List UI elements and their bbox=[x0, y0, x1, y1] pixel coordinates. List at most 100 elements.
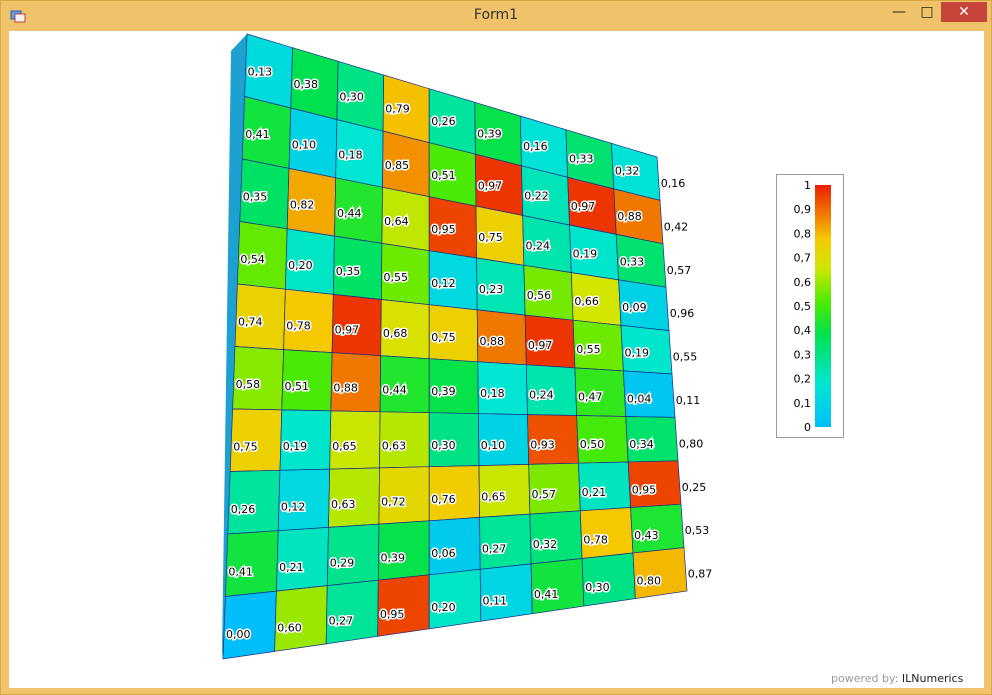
svg-text:0,18: 0,18 bbox=[480, 387, 505, 400]
svg-text:0,88: 0,88 bbox=[333, 382, 358, 395]
svg-text:0,25: 0,25 bbox=[682, 481, 707, 494]
svg-text:0,57: 0,57 bbox=[532, 488, 557, 501]
vertex-label: 0,960,96 bbox=[668, 306, 696, 322]
svg-text:0,33: 0,33 bbox=[620, 256, 645, 269]
vertex-label: 0,560,56 bbox=[525, 288, 553, 304]
vertex-label: 0,740,74 bbox=[237, 314, 265, 330]
vertex-label: 0,510,51 bbox=[283, 378, 311, 394]
vertex-label: 0,110,11 bbox=[481, 593, 509, 609]
vertex-label: 0,550,55 bbox=[671, 349, 699, 365]
svg-text:0,55: 0,55 bbox=[384, 271, 409, 284]
minimize-button[interactable]: — bbox=[885, 2, 913, 22]
title-bar[interactable]: Form1 — □ ✕ bbox=[1, 1, 991, 31]
vertex-label: 0,200,20 bbox=[430, 600, 458, 616]
vertex-label: 0,750,75 bbox=[477, 230, 505, 246]
vertex-label: 0,100,10 bbox=[290, 137, 318, 153]
vertex-label: 0,090,09 bbox=[621, 300, 649, 316]
svg-text:0,55: 0,55 bbox=[673, 351, 698, 364]
vertex-label: 0,720,72 bbox=[380, 494, 408, 510]
svg-text:0,66: 0,66 bbox=[574, 295, 599, 308]
heatmap-cell bbox=[479, 563, 533, 622]
svg-text:0,11: 0,11 bbox=[483, 595, 508, 608]
svg-text:0,51: 0,51 bbox=[285, 380, 310, 393]
vertex-label: 0,850,85 bbox=[383, 157, 411, 173]
vertex-label: 0,820,82 bbox=[288, 197, 316, 213]
svg-text:0,80: 0,80 bbox=[637, 574, 662, 587]
vertex-label: 0,390,39 bbox=[379, 550, 407, 566]
vertex-label: 0,600,60 bbox=[276, 620, 304, 636]
app-window: Form1 — □ ✕ 0,13 0,13 0,38 0,38 0,30 0,30 0,79… bbox=[0, 0, 992, 695]
svg-text:0,21: 0,21 bbox=[279, 561, 304, 574]
svg-text:0,18: 0,18 bbox=[338, 149, 363, 162]
svg-text:0,65: 0,65 bbox=[332, 440, 357, 453]
vertex-label: 0,330,33 bbox=[618, 254, 646, 270]
svg-text:0,76: 0,76 bbox=[431, 493, 456, 506]
svg-text:0,22: 0,22 bbox=[524, 190, 549, 203]
svg-text:0,88: 0,88 bbox=[480, 335, 505, 348]
svg-text:0,57: 0,57 bbox=[667, 264, 692, 277]
vertex-label: 0,430,43 bbox=[633, 527, 661, 543]
heatmap-cell bbox=[428, 568, 482, 630]
svg-text:0,16: 0,16 bbox=[523, 140, 548, 153]
svg-text:0,10: 0,10 bbox=[481, 439, 506, 452]
plot-canvas[interactable]: 0,13 0,13 0,38 0,38 0,30 0,30 0,79 0,79 0,26 0,26… bbox=[9, 31, 984, 688]
svg-text:0,47: 0,47 bbox=[578, 391, 603, 404]
vertex-label: 0,320,32 bbox=[613, 163, 641, 179]
svg-text:0,13: 0,13 bbox=[248, 66, 273, 79]
svg-text:0,09: 0,09 bbox=[622, 301, 647, 314]
svg-text:0,20: 0,20 bbox=[288, 259, 313, 272]
svg-text:0,97: 0,97 bbox=[478, 179, 503, 192]
svg-text:0,11: 0,11 bbox=[676, 394, 701, 407]
heatmap-cell bbox=[632, 547, 688, 600]
vertex-label: 0,120,12 bbox=[430, 276, 458, 292]
vertex-label: 0,950,95 bbox=[430, 222, 458, 238]
vertex-label: 0,390,39 bbox=[430, 384, 458, 400]
vertex-label: 0,550,55 bbox=[575, 341, 603, 357]
vertex-label: 0,500,50 bbox=[578, 437, 606, 453]
vertex-label: 0,880,88 bbox=[616, 209, 644, 225]
svg-text:0,79: 0,79 bbox=[385, 103, 410, 116]
vertex-label: 0,300,30 bbox=[338, 89, 366, 105]
heatmap-cell bbox=[530, 558, 585, 615]
vertex-label: 0,780,78 bbox=[582, 532, 610, 548]
vertex-label: 0,190,19 bbox=[571, 246, 599, 262]
svg-text:0,65: 0,65 bbox=[481, 491, 506, 504]
svg-text:0,26: 0,26 bbox=[231, 503, 256, 516]
vertex-label: 0,530,53 bbox=[683, 523, 711, 539]
svg-text:0,30: 0,30 bbox=[585, 581, 610, 594]
vertex-label: 0,340,34 bbox=[628, 436, 656, 452]
vertex-label: 0,410,41 bbox=[227, 564, 255, 580]
vertex-label: 0,800,80 bbox=[677, 436, 705, 452]
vertex-label: 0,210,21 bbox=[580, 484, 608, 500]
powered-by-label: powered by: ILNumerics bbox=[831, 672, 963, 685]
vertex-label: 0,160,16 bbox=[659, 176, 687, 192]
svg-text:0,75: 0,75 bbox=[233, 441, 258, 454]
svg-text:0,39: 0,39 bbox=[477, 128, 502, 141]
close-button[interactable]: ✕ bbox=[941, 2, 987, 22]
vertex-label: 0,060,06 bbox=[430, 546, 458, 562]
vertex-label: 0,000,00 bbox=[225, 627, 253, 643]
vertex-label: 0,120,12 bbox=[279, 499, 307, 515]
vertex-label: 0,540,54 bbox=[239, 252, 267, 268]
svg-text:0,68: 0,68 bbox=[383, 327, 408, 340]
vertex-label: 0,230,23 bbox=[477, 282, 505, 298]
vertex-label: 0,760,76 bbox=[430, 492, 458, 508]
vertex-label: 0,220,22 bbox=[523, 188, 551, 204]
svg-text:0,56: 0,56 bbox=[527, 289, 552, 302]
svg-text:0,72: 0,72 bbox=[381, 496, 406, 509]
svg-text:0,06: 0,06 bbox=[431, 547, 456, 560]
svg-text:0,85: 0,85 bbox=[385, 159, 410, 172]
vertex-label: 0,130,13 bbox=[246, 64, 274, 80]
maximize-button[interactable]: □ bbox=[913, 2, 941, 22]
heatmap-cell bbox=[222, 590, 277, 660]
vertex-label: 0,440,44 bbox=[336, 205, 364, 221]
svg-text:0,20: 0,20 bbox=[431, 601, 456, 614]
vertex-label: 0,650,65 bbox=[480, 489, 508, 505]
vertex-label: 0,260,26 bbox=[430, 114, 458, 130]
svg-text:0,19: 0,19 bbox=[283, 440, 308, 453]
svg-text:0,97: 0,97 bbox=[571, 200, 596, 213]
vertex-label: 0,210,21 bbox=[278, 559, 306, 575]
vertex-label: 0,160,16 bbox=[522, 138, 550, 154]
svg-text:0,30: 0,30 bbox=[431, 439, 456, 452]
vertex-label: 0,380,38 bbox=[292, 76, 320, 92]
